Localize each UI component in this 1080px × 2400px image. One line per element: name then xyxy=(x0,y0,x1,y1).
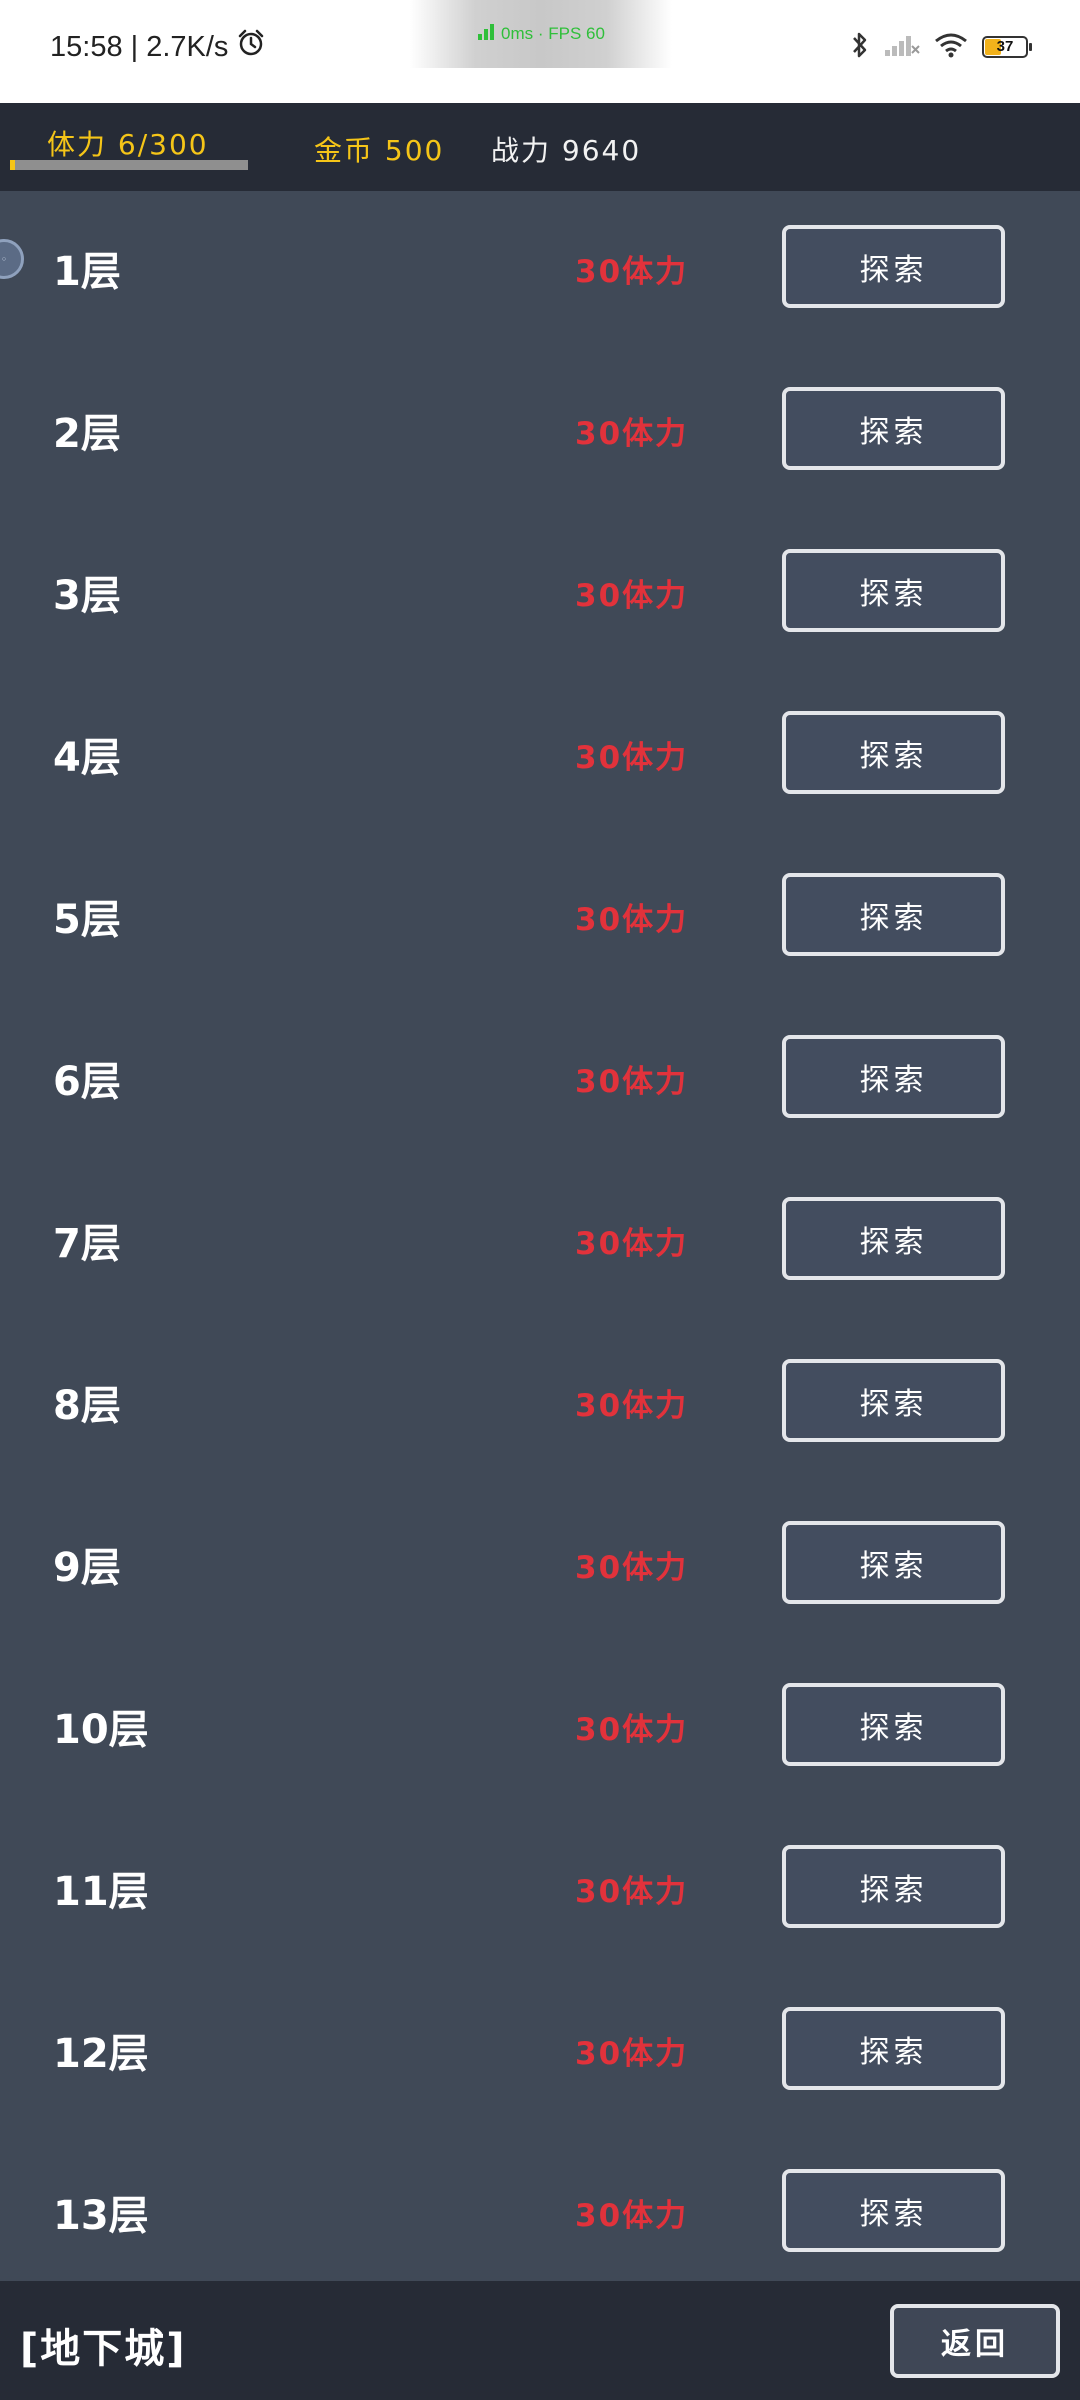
stamina-progress-bar xyxy=(10,160,248,170)
explore-button[interactable]: 探索 xyxy=(782,1035,1005,1118)
floor-row: 8层 30体力 探索 xyxy=(0,1325,1080,1487)
floor-row: 9层 30体力 探索 xyxy=(0,1487,1080,1649)
floor-row: 3层 30体力 探索 xyxy=(0,515,1080,677)
bluetooth-icon xyxy=(850,30,870,64)
combat-power: 战力 9640 xyxy=(491,134,642,167)
floor-row: 1层 30体力 探索 ◦ xyxy=(0,191,1080,353)
bottom-bar: [地下城] 返回 xyxy=(0,2281,1080,2400)
floor-label: 13层 xyxy=(53,2193,149,2239)
floor-stamina-cost: 30体力 xyxy=(575,2198,689,2234)
floating-assist-ball[interactable]: ◦ xyxy=(0,239,24,279)
floor-row: 4层 30体力 探索 xyxy=(0,677,1080,839)
floor-stamina-cost: 30体力 xyxy=(575,1064,689,1100)
explore-button[interactable]: 探索 xyxy=(782,1359,1005,1442)
floor-stamina-cost: 30体力 xyxy=(575,1226,689,1262)
floor-label: 10层 xyxy=(53,1707,149,1753)
floor-row: 11层 30体力 探索 xyxy=(0,1811,1080,1973)
floor-list[interactable]: 1层 30体力 探索 ◦ 2层 30体力 探索 3层 30体力 探索 4层 30体力 探索 5层 30体力探… xyxy=(0,191,1080,2281)
status-time-text: 15:58 | 2.7K/s xyxy=(50,30,229,63)
cellular-signal-icon xyxy=(884,32,920,62)
floor-stamina-cost: 30体力 xyxy=(575,1712,689,1748)
floor-label: 11层 xyxy=(53,1869,149,1915)
floor-row: 2层 30体力 探索 xyxy=(0,353,1080,515)
resource-header: 体力 6/300 金币 500 战力 9640 xyxy=(0,103,1080,191)
explore-button[interactable]: 探索 xyxy=(782,711,1005,794)
floor-stamina-cost: 30体力 xyxy=(575,1550,689,1586)
floor-label: 9层 xyxy=(53,1545,121,1591)
battery-icon: 37 xyxy=(982,36,1032,58)
floor-label: 4层 xyxy=(53,735,121,781)
page-title: [地下城] xyxy=(20,2326,187,2372)
floor-label: 7层 xyxy=(53,1221,121,1267)
floor-label: 12层 xyxy=(53,2031,149,2077)
gold-counter: 金币 500 xyxy=(314,134,445,167)
fps-indicator: 0ms · FPS 60 xyxy=(410,0,672,68)
battery-level: 37 xyxy=(996,38,1014,55)
floor-label: 8层 xyxy=(53,1383,121,1429)
floor-stamina-cost: 30体力 xyxy=(575,740,689,776)
explore-button[interactable]: 探索 xyxy=(782,1683,1005,1766)
explore-button[interactable]: 探索 xyxy=(782,1197,1005,1280)
explore-button[interactable]: 探索 xyxy=(782,2007,1005,2090)
status-bar: 15:58 | 2.7K/s 0ms · FPS 60 37 xyxy=(0,0,1080,103)
floor-stamina-cost: 30体力 xyxy=(575,254,689,290)
floor-label: 2层 xyxy=(53,411,121,457)
explore-button[interactable]: 探索 xyxy=(782,387,1005,470)
floor-stamina-cost: 30体力 xyxy=(575,2036,689,2072)
floor-stamina-cost: 30体力 xyxy=(575,1874,689,1910)
floor-stamina-cost: 30体力 xyxy=(575,1388,689,1424)
floor-stamina-cost: 30体力 xyxy=(575,902,689,938)
alarm-icon xyxy=(236,28,266,66)
explore-button[interactable]: 探索 xyxy=(782,1845,1005,1928)
floor-label: 1层 xyxy=(53,249,121,295)
explore-button[interactable]: 探索 xyxy=(782,225,1005,308)
floor-stamina-cost: 30体力 xyxy=(575,578,689,614)
fps-text: 0ms · FPS 60 xyxy=(501,24,605,43)
stamina-label: 体力 6/300 xyxy=(47,128,209,161)
back-button[interactable]: 返回 xyxy=(890,2304,1060,2378)
floor-stamina-cost: 30体力 xyxy=(575,416,689,452)
explore-button[interactable]: 探索 xyxy=(782,549,1005,632)
floor-label: 3层 xyxy=(53,573,121,619)
floor-row: 6层 30体力 探索 xyxy=(0,1001,1080,1163)
floor-row: 10层 30体力 探索 xyxy=(0,1649,1080,1811)
wifi-icon xyxy=(934,32,968,62)
floor-row: 12层 30体力 探索 xyxy=(0,1973,1080,2135)
explore-button[interactable]: 探索 xyxy=(782,1521,1005,1604)
status-time: 15:58 | 2.7K/s xyxy=(50,28,266,66)
floor-row: 7层 30体力 探索 xyxy=(0,1163,1080,1325)
floor-row: 5层 30体力 探索 xyxy=(0,839,1080,1001)
floor-label: 6层 xyxy=(53,1059,121,1105)
fps-signal-icon xyxy=(477,23,495,46)
status-icons: 37 xyxy=(850,30,1032,64)
floor-label: 5层 xyxy=(53,897,121,943)
explore-button[interactable]: 探索 xyxy=(782,2169,1005,2252)
explore-button[interactable]: 探索 xyxy=(782,873,1005,956)
stamina-progress-fill xyxy=(10,160,15,170)
floor-row: 13层 30体力 探索 xyxy=(0,2135,1080,2281)
